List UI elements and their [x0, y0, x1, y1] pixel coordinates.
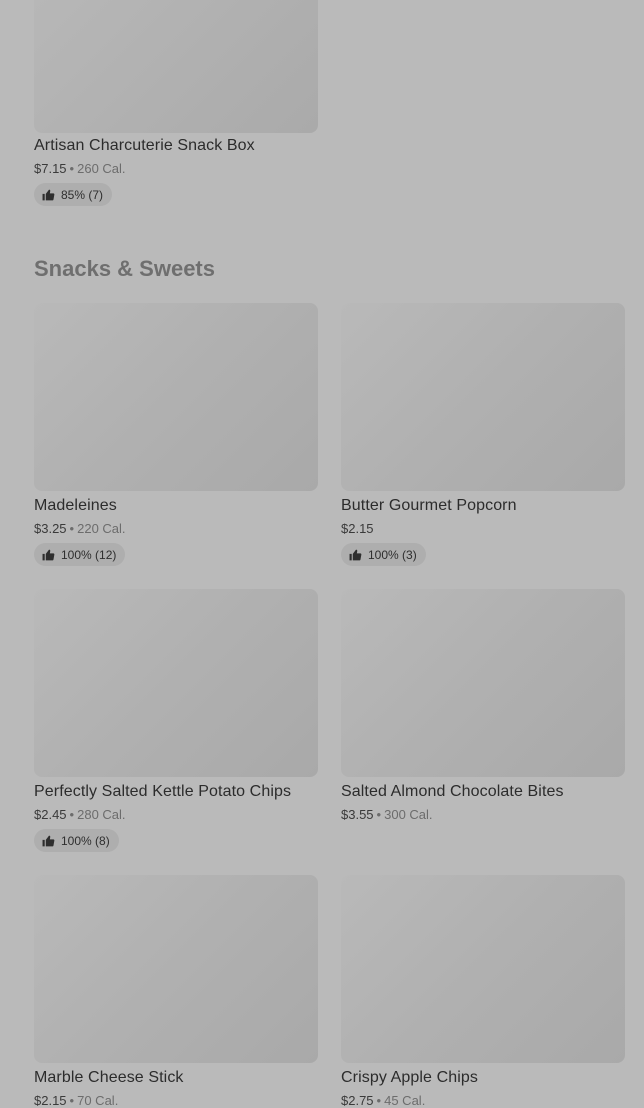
menu-item-card[interactable]: Marble Cheese Stick $2.15 • 70 Cal. [34, 875, 318, 1108]
menu-item-card[interactable]: Artisan Charcuterie Snack Box $7.15 • 260 … [34, 137, 318, 206]
item-calories: 260 Cal. [77, 161, 126, 176]
item-price: $2.75 [341, 1093, 374, 1108]
item-meta: $3.55 • 300 Cal. [341, 807, 625, 822]
item-meta: $2.75 • 45 Cal. [341, 1093, 625, 1108]
item-image[interactable] [34, 589, 318, 777]
item-image[interactable] [34, 303, 318, 491]
rating-badge: 100% (3) [341, 543, 426, 566]
menu-item-card[interactable]: Butter Gourmet Popcorn $2.15 100% (3) [341, 303, 625, 566]
item-meta: $2.15 [341, 521, 625, 536]
thumbs-up-icon [42, 835, 55, 846]
item-price: $2.45 [34, 807, 67, 822]
item-calories: 70 Cal. [77, 1093, 119, 1108]
rating-badge: 85% (7) [34, 183, 113, 206]
thumbs-up-icon [42, 189, 55, 200]
item-name: Perfectly Salted Kettle Potato Chips [34, 783, 292, 800]
item-name: Salted Almond Chocolate Bites [341, 783, 564, 800]
separator-dot: • [376, 1093, 382, 1108]
item-meta: $3.25 • 220 Cal. [34, 521, 318, 536]
separator-dot: • [69, 161, 75, 176]
thumbs-up-icon [349, 549, 362, 560]
item-price: $3.25 [34, 521, 67, 536]
rating-text: 100% (8) [61, 833, 110, 848]
item-image[interactable] [341, 589, 625, 777]
item-name: Crispy Apple Chips [341, 1069, 478, 1086]
separator-dot: • [69, 521, 75, 536]
item-calories: 300 Cal. [384, 807, 433, 822]
menu-page: Artisan Charcuterie Snack Box $7.15 • 260 … [0, 0, 644, 1108]
item-image[interactable] [34, 875, 318, 1063]
item-meta: $2.45 • 280 Cal. [34, 807, 318, 822]
item-image[interactable] [34, 0, 318, 133]
item-meta: $7.15 • 260 Cal. [34, 161, 318, 176]
separator-dot: • [376, 807, 382, 822]
item-name: Butter Gourmet Popcorn [341, 497, 517, 514]
separator-dot: • [69, 807, 75, 822]
item-price: $3.55 [341, 807, 374, 822]
item-calories: 45 Cal. [384, 1093, 426, 1108]
item-calories: 280 Cal. [77, 807, 126, 822]
item-calories: 220 Cal. [77, 521, 126, 536]
rating-badge: 100% (8) [34, 829, 119, 852]
item-name: Madeleines [34, 497, 117, 514]
rating-text: 100% (12) [61, 547, 117, 562]
section-title: Snacks & Sweets [34, 256, 215, 281]
item-price: $7.15 [34, 161, 67, 176]
item-image[interactable] [341, 875, 625, 1063]
item-name: Marble Cheese Stick [34, 1069, 184, 1086]
item-meta: $2.15 • 70 Cal. [34, 1093, 318, 1108]
menu-item-card[interactable]: Madeleines $3.25 • 220 Cal. 100% (12) [34, 303, 318, 566]
thumbs-up-icon [42, 549, 55, 560]
menu-item-card[interactable]: Crispy Apple Chips $2.75 • 45 Cal. [341, 875, 625, 1108]
item-name: Artisan Charcuterie Snack Box [34, 137, 255, 154]
item-price: $2.15 [34, 1093, 67, 1108]
separator-dot: • [69, 1093, 75, 1108]
menu-item-card[interactable]: Salted Almond Chocolate Bites $3.55 • 300 … [341, 589, 625, 822]
rating-text: 100% (3) [368, 547, 417, 562]
rating-badge: 100% (12) [34, 543, 126, 566]
item-image[interactable] [341, 303, 625, 491]
menu-item-card[interactable]: Perfectly Salted Kettle Potato Chips $2.… [34, 589, 318, 852]
item-price: $2.15 [341, 521, 374, 536]
rating-text: 85% (7) [61, 187, 104, 202]
